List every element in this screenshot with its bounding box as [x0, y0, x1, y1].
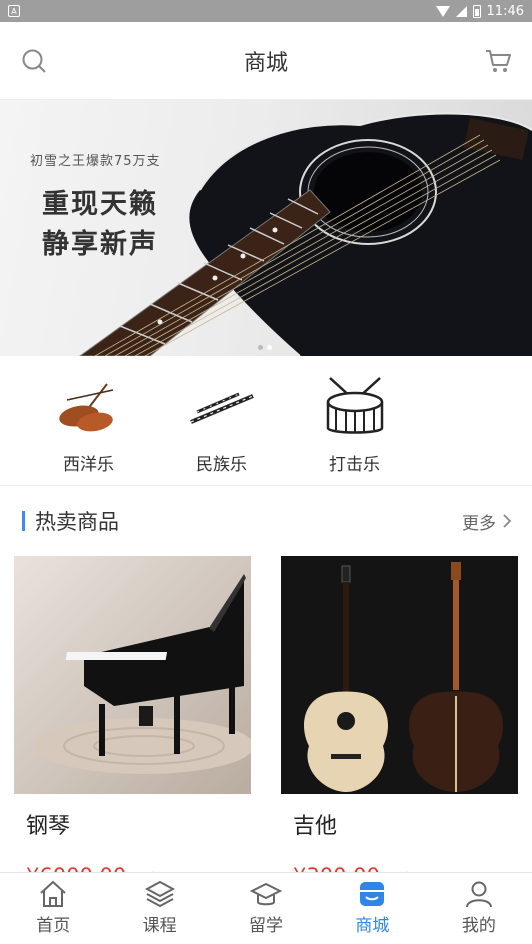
category-western[interactable]: 西洋乐 — [22, 356, 155, 485]
user-icon — [465, 881, 492, 908]
product-card-piano[interactable]: 钢琴 ¥6000.00 销量 — [14, 556, 251, 888]
tab-label: 首页 — [36, 916, 71, 936]
promo-banner[interactable]: 初雪之王爆款75万支 重现天籁 静享新声 — [0, 100, 532, 356]
home-icon — [40, 880, 66, 907]
tab-mine[interactable]: 我的 — [426, 873, 532, 944]
battery-icon — [472, 4, 481, 18]
tab-label: 我的 — [461, 916, 496, 936]
product-name: 钢琴 — [26, 814, 71, 839]
header: 商城 — [0, 22, 532, 100]
banner-headline-1: 重现天籁 — [42, 189, 158, 220]
tab-home[interactable]: 首页 — [0, 873, 106, 944]
status-bar: A 11:46 — [0, 0, 532, 22]
section-accent-bar — [22, 511, 25, 531]
more-link[interactable]: 更多 — [462, 509, 512, 534]
more-label: 更多 — [462, 513, 496, 534]
tab-label: 商城 — [355, 916, 390, 936]
cart-icon — [485, 49, 511, 72]
tab-shop[interactable]: 商城 — [319, 873, 425, 944]
banner-dot-active[interactable] — [267, 345, 272, 350]
product-image — [281, 556, 518, 794]
tab-courses[interactable]: 课程 — [106, 873, 212, 944]
category-folk[interactable]: 民族乐 — [155, 356, 288, 485]
product-image — [14, 556, 251, 794]
page-title: 商城 — [243, 50, 288, 76]
search-button[interactable] — [20, 47, 48, 75]
tab-study-abroad[interactable]: 留学 — [213, 873, 319, 944]
signal-icon — [455, 5, 467, 17]
status-time: 11:46 — [486, 3, 524, 19]
layers-icon — [144, 880, 175, 908]
category-percussion[interactable]: 打击乐 — [288, 356, 421, 485]
category-label: 民族乐 — [196, 455, 247, 475]
wifi-icon — [435, 5, 450, 17]
drum-icon — [326, 377, 383, 434]
tab-label: 课程 — [142, 916, 177, 936]
section-title: 热卖商品 — [35, 510, 119, 534]
product-card-guitar[interactable]: 吉他 ¥300.00 销量 — [281, 556, 518, 888]
banner-pagination — [258, 345, 272, 350]
banner-headline-2: 静享新声 — [42, 229, 158, 260]
chevron-right-icon — [503, 514, 512, 528]
guitar-image — [281, 556, 518, 794]
notification-icon: A — [8, 5, 20, 17]
tab-label: 留学 — [249, 916, 284, 936]
banner-subtitle: 初雪之王爆款75万支 — [30, 154, 161, 169]
piano-image — [14, 556, 251, 794]
graduation-cap-icon — [250, 882, 283, 906]
category-row: 西洋乐 民族乐 打击乐 — [0, 356, 532, 486]
violin-icon — [58, 383, 113, 432]
product-name: 吉他 — [293, 814, 338, 839]
hot-products-header: 热卖商品 更多 — [0, 486, 532, 556]
product-grid: 钢琴 ¥6000.00 销量 吉他 ¥300.00 — [0, 556, 532, 888]
bottom-tab-bar: 首页 课程 留学 商城 我的 — [0, 872, 532, 944]
flute-icon — [189, 392, 254, 424]
banner-dot[interactable] — [258, 345, 263, 350]
cart-button[interactable] — [484, 47, 512, 75]
category-label: 打击乐 — [329, 455, 380, 475]
search-icon — [22, 49, 46, 73]
shop-icon — [360, 882, 385, 906]
category-label: 西洋乐 — [63, 455, 114, 475]
